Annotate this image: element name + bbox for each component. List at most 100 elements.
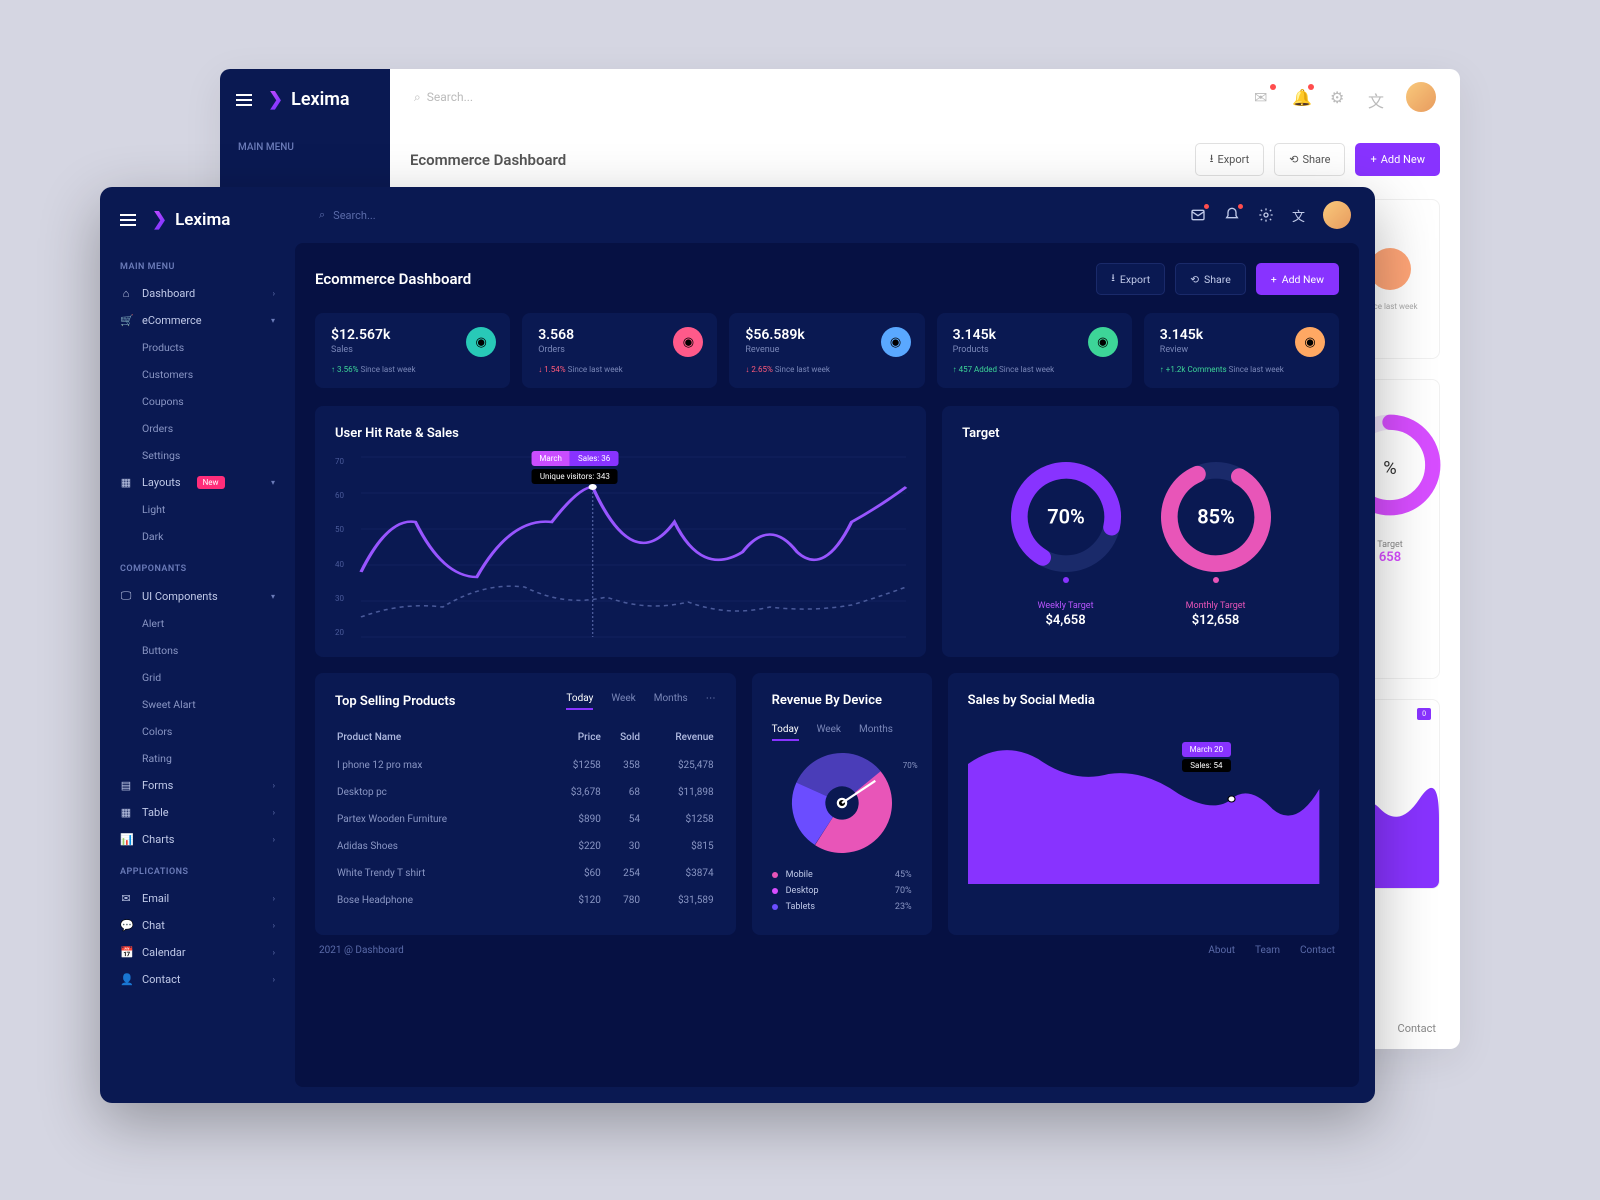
kpi-icon: ◉ [466, 327, 496, 357]
menu-charts[interactable]: 📊Charts› [100, 826, 295, 853]
social-title: Sales by Social Media [968, 693, 1319, 708]
svg-text:70%: 70% [1047, 505, 1085, 529]
layout-icon: ▦ [120, 476, 132, 489]
table-icon: ▦ [120, 806, 132, 819]
tab-today[interactable]: Today [566, 693, 593, 710]
bg-gear-icon[interactable]: ⚙ [1330, 88, 1348, 106]
bg-share-button[interactable]: ⟲ Share [1274, 143, 1345, 176]
tab-week[interactable]: Week [611, 693, 635, 710]
calendar-icon: 📅 [120, 946, 132, 959]
kpi-meta: ↓ 2.65% Since last week [745, 365, 908, 374]
mail-icon[interactable] [1190, 207, 1206, 223]
hit-rate-title: User Hit Rate & Sales [335, 426, 906, 441]
table-row[interactable]: White Trendy T shirt$60254$3874 [337, 861, 714, 886]
kpi-meta: ↓ 1.54% Since last week [538, 365, 701, 374]
monthly-target-donut: 85% Monthly Target $12,658 [1156, 457, 1276, 628]
bg-translate-icon[interactable]: 文 [1368, 88, 1386, 106]
menu-buttons[interactable]: Buttons [100, 637, 295, 664]
menu-contact[interactable]: 👤Contact› [100, 966, 295, 993]
table-row[interactable]: Partex Wooden Furniture$89054$1258 [337, 807, 714, 832]
kpi-card: 3.145k Review ◉ ↑ +1.2k Comments Since l… [1144, 313, 1339, 388]
menu-ecommerce[interactable]: 🛒eCommerce▾ [100, 307, 295, 334]
footer-team[interactable]: Team [1255, 945, 1280, 956]
translate-icon[interactable]: 文 [1292, 206, 1305, 225]
menu-light[interactable]: Light [100, 496, 295, 523]
mail-icon: ✉ [120, 892, 132, 905]
tab-months[interactable]: Months [859, 724, 893, 741]
social-sales-card: Sales by Social Media March 20 Sales: 54 [948, 673, 1339, 935]
tab-today[interactable]: Today [772, 724, 799, 741]
menu-customers[interactable]: Customers [100, 361, 295, 388]
menu-products[interactable]: Products [100, 334, 295, 361]
legend-item: Mobile45% [772, 867, 912, 883]
bg-page-header: Ecommerce Dashboard ⭳ Export ⟲ Share + A… [410, 143, 1440, 176]
menu-grid[interactable]: Grid [100, 664, 295, 691]
bg-avatar[interactable] [1406, 82, 1436, 112]
social-area-chart: March 20 Sales: 54 [968, 724, 1319, 884]
chevron-right-icon: › [273, 975, 275, 984]
menu-layouts[interactable]: ▦LayoutsNew▾ [100, 469, 295, 496]
menu-dashboard[interactable]: ⌂Dashboard› [100, 280, 295, 307]
more-icon[interactable]: ⋯ [706, 693, 716, 710]
menu-colors[interactable]: Colors [100, 718, 295, 745]
kpi-icon: ◉ [1295, 327, 1325, 357]
kpi-meta: ↑ 3.56% Since last week [331, 365, 494, 374]
menu-calendar[interactable]: 📅Calendar› [100, 939, 295, 966]
avatar[interactable] [1323, 201, 1351, 229]
menu-rating[interactable]: Rating [100, 745, 295, 772]
hamburger-icon[interactable] [120, 214, 136, 226]
bg-search-icon: ⌕ [414, 90, 421, 105]
menu-forms[interactable]: ▤Forms› [100, 772, 295, 799]
bg-hamburger-icon[interactable] [236, 94, 252, 106]
search-input[interactable]: ⌕ Search... [319, 208, 1170, 222]
target-card: Target 70% Weekly Target $4,658 [942, 406, 1339, 657]
bg-mail-icon[interactable]: ✉ [1254, 88, 1272, 106]
brand-name: Lexima [175, 210, 230, 230]
table-row[interactable]: Bose Headphone$120780$31,589 [337, 888, 714, 913]
menu-chat[interactable]: 💬Chat› [100, 912, 295, 939]
bg-bell-icon[interactable]: 🔔 [1292, 88, 1310, 106]
bell-icon[interactable] [1224, 207, 1240, 223]
target-title: Target [962, 426, 1319, 441]
menu-coupons[interactable]: Coupons [100, 388, 295, 415]
footer-about[interactable]: About [1208, 945, 1235, 956]
add-new-button[interactable]: + Add New [1256, 263, 1339, 295]
search-placeholder: Search... [333, 209, 376, 222]
bg-circle-icon [1369, 248, 1411, 290]
menu-table[interactable]: ▦Table› [100, 799, 295, 826]
bg-brand: Lexima [291, 89, 350, 110]
bg-search-placeholder: Search... [427, 90, 473, 104]
home-icon: ⌂ [120, 287, 132, 300]
top-products-title: Top Selling Products [335, 694, 455, 709]
table-row[interactable]: I phone 12 pro max$1258358$25,478 [337, 753, 714, 778]
footer: 2021 @ Dashboard About Team Contact [315, 935, 1339, 956]
badge-new: New [197, 476, 225, 489]
page-header: Ecommerce Dashboard ⭳ Export ⟲ Share + A… [315, 263, 1339, 295]
tab-week[interactable]: Week [817, 724, 841, 741]
table-row[interactable]: Desktop pc$3,67868$11,898 [337, 780, 714, 805]
tab-months[interactable]: Months [654, 693, 688, 710]
bg-export-button[interactable]: ⭳ Export [1195, 143, 1265, 176]
section-componants: COMPONANTS [100, 550, 295, 582]
gear-icon[interactable] [1258, 207, 1274, 223]
kpi-row: $12.567k Sales ◉ ↑ 3.56% Since last week… [315, 313, 1339, 388]
menu-sweet-alart[interactable]: Sweet Alart [100, 691, 295, 718]
bg-target-value: 658 [1379, 550, 1401, 565]
bg-logo: ❯ Lexima [220, 69, 390, 130]
menu-alert[interactable]: Alert [100, 610, 295, 637]
revenue-device-title: Revenue By Device [772, 693, 912, 708]
bg-search[interactable]: ⌕ Search... [414, 90, 1254, 105]
share-button[interactable]: ⟲ Share [1175, 263, 1246, 295]
menu-ui-components[interactable]: 🖵UI Components▾ [100, 582, 295, 610]
export-button[interactable]: ⭳ Export [1096, 263, 1165, 295]
table-row[interactable]: Adidas Shoes$22030$815 [337, 834, 714, 859]
menu-email[interactable]: ✉Email› [100, 885, 295, 912]
hit-rate-chart: 706050403020 MarchSales: 36 [335, 457, 906, 637]
bg-footer-link[interactable]: Contact [1398, 1022, 1436, 1035]
bg-add-new-button[interactable]: + Add New [1355, 143, 1440, 176]
legend-item: Desktop70% [772, 883, 912, 899]
menu-settings[interactable]: Settings [100, 442, 295, 469]
menu-dark[interactable]: Dark [100, 523, 295, 550]
menu-orders[interactable]: Orders [100, 415, 295, 442]
footer-contact[interactable]: Contact [1300, 945, 1335, 956]
